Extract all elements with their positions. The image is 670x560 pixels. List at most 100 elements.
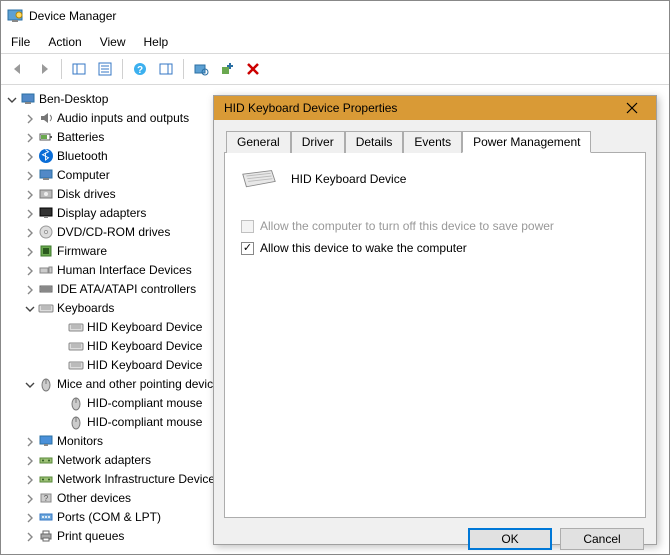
- action-pane-button[interactable]: [155, 58, 177, 80]
- tab-driver[interactable]: Driver: [291, 131, 345, 153]
- collapse-arrow-icon[interactable]: [25, 303, 35, 313]
- properties-dialog: HID Keyboard Device Properties General D…: [213, 95, 657, 545]
- mouse-icon: [68, 395, 84, 411]
- tree-item-label: Human Interface Devices: [57, 263, 192, 277]
- other-icon: ?: [38, 490, 54, 506]
- dialog-body: General Driver Details Events Power Mana…: [214, 120, 656, 518]
- remove-button[interactable]: [242, 58, 264, 80]
- tree-item-label: Firmware: [57, 244, 107, 258]
- cd-icon: [38, 224, 54, 240]
- menubar: File Action View Help: [1, 31, 669, 54]
- keyboard-icon: [68, 357, 84, 373]
- expand-arrow-icon[interactable]: [25, 170, 35, 180]
- window-titlebar: Device Manager: [1, 1, 669, 31]
- menu-help[interactable]: Help: [144, 35, 169, 49]
- menu-action[interactable]: Action: [48, 35, 81, 49]
- tree-item-label: HID Keyboard Device: [87, 358, 202, 372]
- expand-arrow-icon[interactable]: [25, 208, 35, 218]
- dialog-close-button[interactable]: [612, 96, 652, 120]
- tab-panel: HID Keyboard Device Allow the computer t…: [224, 152, 646, 518]
- menu-file[interactable]: File: [11, 35, 30, 49]
- expand-arrow-icon[interactable]: [25, 455, 35, 465]
- device-header: HID Keyboard Device: [241, 167, 629, 191]
- collapse-arrow-icon[interactable]: [7, 94, 17, 104]
- checkbox-label: Allow the computer to turn off this devi…: [260, 219, 554, 233]
- expand-arrow-icon[interactable]: [25, 113, 35, 123]
- expand-arrow-icon[interactable]: [25, 265, 35, 275]
- tab-details[interactable]: Details: [345, 131, 404, 153]
- close-icon: [626, 102, 638, 114]
- forward-button[interactable]: [33, 58, 55, 80]
- firmware-icon: [38, 243, 54, 259]
- expand-arrow-icon[interactable]: [25, 436, 35, 446]
- mouse-icon: [68, 414, 84, 430]
- tree-item-label: Disk drives: [57, 187, 116, 201]
- toolbar-separator: [61, 59, 62, 79]
- tree-item-label: Batteries: [57, 130, 104, 144]
- tree-item-label: HID-compliant mouse: [87, 396, 202, 410]
- tree-item-label: Bluetooth: [57, 149, 108, 163]
- hid-icon: [38, 262, 54, 278]
- back-button[interactable]: [7, 58, 29, 80]
- tab-events[interactable]: Events: [403, 131, 462, 153]
- expand-arrow-icon[interactable]: [25, 189, 35, 199]
- show-hide-button[interactable]: [68, 58, 90, 80]
- keyboard-icon: [68, 338, 84, 354]
- expand-arrow-icon[interactable]: [25, 227, 35, 237]
- dialog-buttons: OK Cancel: [214, 518, 656, 560]
- device-name: HID Keyboard Device: [291, 172, 406, 186]
- expand-arrow-icon[interactable]: [25, 151, 35, 161]
- menu-view[interactable]: View: [100, 35, 126, 49]
- expand-arrow-icon[interactable]: [25, 531, 35, 541]
- toolbar-separator: [183, 59, 184, 79]
- expand-arrow-icon[interactable]: [25, 132, 35, 142]
- add-device-button[interactable]: [216, 58, 238, 80]
- tree-item-label: Audio inputs and outputs: [57, 111, 189, 125]
- dialog-titlebar[interactable]: HID Keyboard Device Properties: [214, 96, 656, 120]
- tree-item-label: Computer: [57, 168, 110, 182]
- computer-icon: [38, 167, 54, 183]
- tree-item-label: Network Infrastructure Devices: [57, 472, 221, 486]
- collapse-arrow-icon[interactable]: [25, 379, 35, 389]
- tab-general[interactable]: General: [226, 131, 291, 153]
- cancel-button[interactable]: Cancel: [560, 528, 644, 550]
- ok-button[interactable]: OK: [468, 528, 552, 550]
- checkbox-label: Allow this device to wake the computer: [260, 241, 467, 255]
- mouse-icon: [38, 376, 54, 392]
- keyboard-icon: [38, 300, 54, 316]
- tree-item-label: Display adapters: [57, 206, 146, 220]
- checkbox-wake-computer[interactable]: Allow this device to wake the computer: [241, 241, 629, 255]
- dialog-title: HID Keyboard Device Properties: [224, 101, 397, 115]
- svg-text:?: ?: [44, 494, 49, 503]
- tab-bar: General Driver Details Events Power Mana…: [226, 130, 646, 152]
- help-button[interactable]: ?: [129, 58, 151, 80]
- battery-icon: [38, 129, 54, 145]
- expand-arrow-icon[interactable]: [25, 246, 35, 256]
- display-icon: [38, 205, 54, 221]
- tree-item-label: Ben-Desktop: [39, 92, 108, 106]
- network-icon: [38, 471, 54, 487]
- expand-arrow-icon[interactable]: [25, 512, 35, 522]
- toolbar: ?: [1, 54, 669, 85]
- svg-text:?: ?: [137, 65, 143, 76]
- ide-icon: [38, 281, 54, 297]
- scan-button[interactable]: [190, 58, 212, 80]
- tree-item-label: IDE ATA/ATAPI controllers: [57, 282, 196, 296]
- cpu-icon: [38, 547, 54, 550]
- expand-arrow-icon[interactable]: [25, 474, 35, 484]
- tree-item-label: Ports (COM & LPT): [57, 510, 161, 524]
- tree-item-label: Processors: [57, 548, 117, 550]
- device-manager-icon: [7, 8, 23, 24]
- properties-button[interactable]: [94, 58, 116, 80]
- expand-arrow-icon[interactable]: [25, 493, 35, 503]
- checkbox-icon: [241, 242, 254, 255]
- checkbox-turn-off-device: Allow the computer to turn off this devi…: [241, 219, 629, 233]
- audio-icon: [38, 110, 54, 126]
- expand-arrow-icon[interactable]: [25, 284, 35, 294]
- tree-item-label: Monitors: [57, 434, 103, 448]
- checkbox-icon: [241, 220, 254, 233]
- toolbar-separator: [122, 59, 123, 79]
- tab-power-management[interactable]: Power Management: [462, 131, 591, 153]
- tree-item-label: DVD/CD-ROM drives: [57, 225, 170, 239]
- tree-item-label: Keyboards: [57, 301, 114, 315]
